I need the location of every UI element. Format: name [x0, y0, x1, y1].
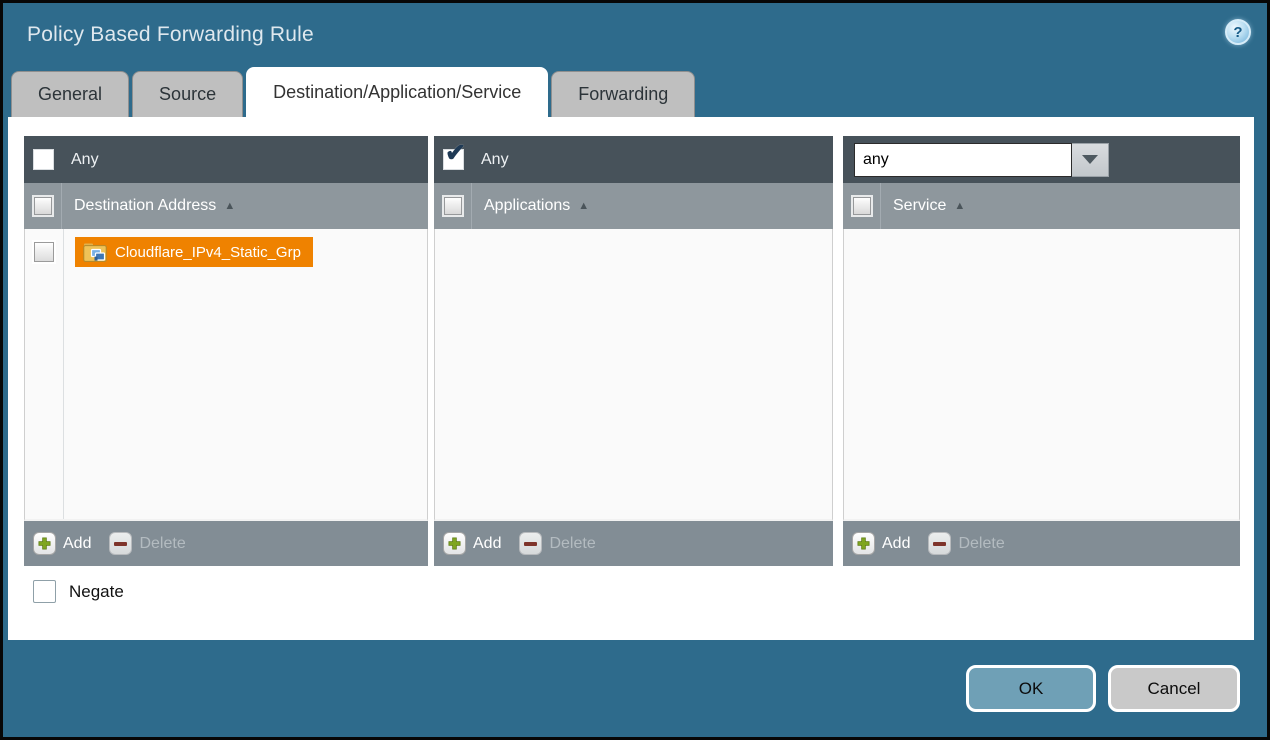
destination-row-selected-item[interactable]: Cloudflare_IPv4_Static_Grp — [75, 237, 313, 267]
service-mode-dropdown-button[interactable] — [1072, 143, 1109, 177]
destination-row-checkbox[interactable] — [34, 242, 54, 262]
tab-content-panel: Any Destination Address ▲ — [8, 117, 1254, 640]
service-column-header: Service ▲ — [843, 183, 1240, 229]
dialog-footer: OK Cancel — [3, 637, 1267, 737]
applications-any-checkbox[interactable] — [443, 149, 464, 170]
applications-footer-bar: Add Delete — [434, 521, 833, 566]
service-footer-bar: Add Delete — [843, 521, 1240, 566]
service-dropdown-bar — [843, 136, 1240, 183]
destination-header-gutter — [24, 183, 62, 229]
add-button-label: Add — [473, 535, 501, 553]
service-mode-dropdown — [854, 143, 1109, 177]
tab-general[interactable]: General — [11, 71, 129, 117]
destination-any-label: Any — [71, 151, 99, 169]
sort-asc-icon[interactable]: ▲ — [578, 200, 589, 212]
service-header-label[interactable]: Service — [893, 197, 946, 215]
service-column: Service ▲ Add Delete — [843, 136, 1240, 566]
sort-asc-icon[interactable]: ▲ — [224, 200, 235, 212]
add-plus-icon — [852, 532, 875, 555]
destination-any-checkbox[interactable] — [33, 149, 54, 170]
delete-button-label: Delete — [958, 535, 1004, 553]
applications-column-header: Applications ▲ — [434, 183, 833, 229]
applications-select-all-checkbox[interactable] — [444, 197, 462, 215]
negate-row: Negate — [24, 580, 1240, 603]
destination-header-label[interactable]: Destination Address — [74, 197, 216, 215]
applications-add-button[interactable]: Add — [443, 532, 501, 555]
applications-list[interactable] — [434, 229, 833, 521]
tab-forwarding[interactable]: Forwarding — [551, 71, 695, 117]
destination-delete-button[interactable]: Delete — [109, 532, 185, 555]
delete-minus-icon — [109, 532, 132, 555]
applications-header-label[interactable]: Applications — [484, 197, 570, 215]
destination-any-bar: Any — [24, 136, 428, 183]
destination-footer-bar: Add Delete — [24, 521, 428, 566]
service-select-all-checkbox[interactable] — [853, 197, 871, 215]
add-button-label: Add — [63, 535, 91, 553]
delete-minus-icon — [519, 532, 542, 555]
service-mode-input[interactable] — [854, 143, 1072, 177]
add-plus-icon — [33, 532, 56, 555]
tab-source[interactable]: Source — [132, 71, 243, 117]
delete-button-label: Delete — [549, 535, 595, 553]
negate-label: Negate — [69, 582, 124, 602]
applications-header-gutter — [434, 183, 472, 229]
destination-add-button[interactable]: Add — [33, 532, 91, 555]
cancel-button[interactable]: Cancel — [1108, 665, 1240, 712]
destination-select-all-checkbox[interactable] — [34, 197, 52, 215]
table-row: Cloudflare_IPv4_Static_Grp — [25, 229, 427, 267]
service-header-gutter — [843, 183, 881, 229]
destination-row-label: Cloudflare_IPv4_Static_Grp — [115, 244, 301, 261]
applications-column: Any Applications ▲ Add — [434, 136, 833, 566]
footer-buttons: OK Cancel — [966, 665, 1240, 712]
applications-any-label: Any — [481, 151, 509, 169]
add-button-label: Add — [882, 535, 910, 553]
columns-container: Any Destination Address ▲ — [24, 136, 1240, 566]
chevron-down-icon — [1082, 155, 1098, 164]
policy-based-forwarding-dialog: Policy Based Forwarding Rule ? General S… — [0, 0, 1270, 740]
add-plus-icon — [443, 532, 466, 555]
tab-destination-application-service[interactable]: Destination/Application/Service — [246, 67, 548, 117]
dialog-titlebar: Policy Based Forwarding Rule ? — [3, 3, 1267, 67]
service-add-button[interactable]: Add — [852, 532, 910, 555]
service-delete-button[interactable]: Delete — [928, 532, 1004, 555]
dialog-title: Policy Based Forwarding Rule — [27, 23, 314, 47]
destination-column-header: Destination Address ▲ — [24, 183, 428, 229]
delete-minus-icon — [928, 532, 951, 555]
tab-bar: General Source Destination/Application/S… — [3, 67, 1267, 117]
service-list[interactable] — [843, 229, 1240, 521]
applications-any-bar: Any — [434, 136, 833, 183]
negate-checkbox[interactable] — [33, 580, 56, 603]
destination-list[interactable]: Cloudflare_IPv4_Static_Grp — [24, 229, 428, 521]
delete-button-label: Delete — [139, 535, 185, 553]
destination-address-column: Any Destination Address ▲ — [24, 136, 428, 566]
help-icon[interactable]: ? — [1225, 19, 1251, 45]
sort-asc-icon[interactable]: ▲ — [954, 200, 965, 212]
ok-button[interactable]: OK — [966, 665, 1096, 712]
address-group-icon — [83, 242, 107, 263]
applications-delete-button[interactable]: Delete — [519, 532, 595, 555]
